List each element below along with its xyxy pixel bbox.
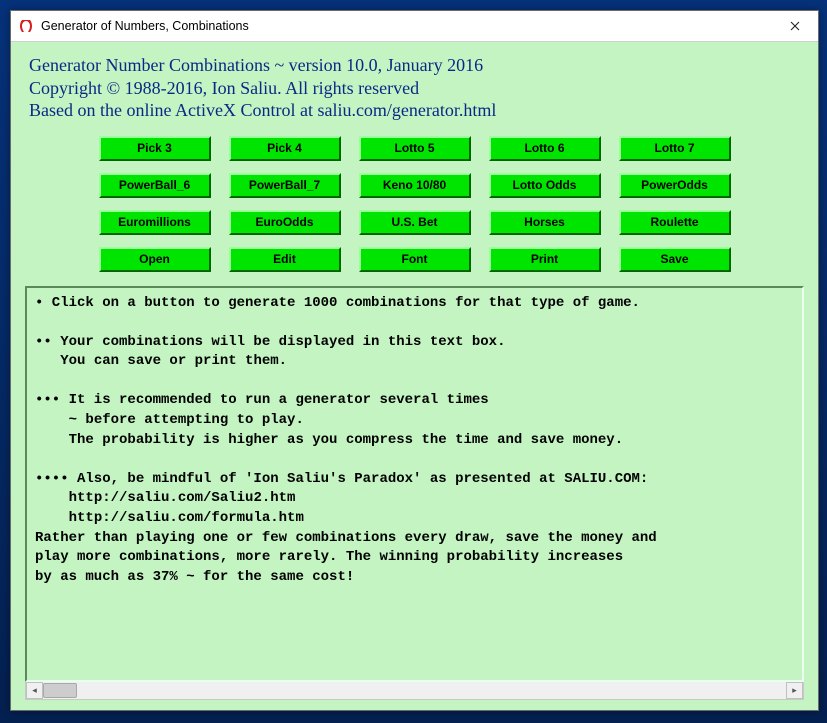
button-grid: Pick 3 Pick 4 Lotto 5 Lotto 6 Lotto 7 Po…: [99, 136, 731, 272]
app-window: Generator of Numbers, Combinations Gener…: [10, 10, 819, 711]
header-block: Generator Number Combinations ~ version …: [29, 54, 804, 122]
window-title: Generator of Numbers, Combinations: [41, 19, 772, 33]
lotto-5-button[interactable]: Lotto 5: [359, 136, 471, 161]
powerball-6-button[interactable]: PowerBall_6: [99, 173, 211, 198]
app-icon-horseshoe: [17, 17, 35, 35]
close-button[interactable]: [772, 11, 818, 41]
euro-odds-button[interactable]: EuroOdds: [229, 210, 341, 235]
edit-button[interactable]: Edit: [229, 247, 341, 272]
chevron-right-icon: ▸: [792, 685, 797, 696]
lotto-6-button[interactable]: Lotto 6: [489, 136, 601, 161]
desktop-background: Generator of Numbers, Combinations Gener…: [0, 0, 827, 723]
print-button[interactable]: Print: [489, 247, 601, 272]
horses-button[interactable]: Horses: [489, 210, 601, 235]
scroll-track[interactable]: [43, 682, 786, 699]
roulette-button[interactable]: Roulette: [619, 210, 731, 235]
scroll-left-button[interactable]: ◂: [26, 682, 43, 699]
open-button[interactable]: Open: [99, 247, 211, 272]
header-line-3: Based on the online ActiveX Control at s…: [29, 99, 804, 122]
header-line-1: Generator Number Combinations ~ version …: [29, 54, 804, 77]
pick-4-button[interactable]: Pick 4: [229, 136, 341, 161]
lotto-odds-button[interactable]: Lotto Odds: [489, 173, 601, 198]
keno-10-80-button[interactable]: Keno 10/80: [359, 173, 471, 198]
pick-3-button[interactable]: Pick 3: [99, 136, 211, 161]
close-icon: [790, 18, 800, 34]
scroll-thumb[interactable]: [43, 683, 77, 698]
us-bet-button[interactable]: U.S. Bet: [359, 210, 471, 235]
client-area: Generator Number Combinations ~ version …: [11, 42, 818, 710]
scroll-right-button[interactable]: ▸: [786, 682, 803, 699]
font-button[interactable]: Font: [359, 247, 471, 272]
chevron-left-icon: ◂: [32, 685, 37, 696]
power-odds-button[interactable]: PowerOdds: [619, 173, 731, 198]
save-button[interactable]: Save: [619, 247, 731, 272]
lotto-7-button[interactable]: Lotto 7: [619, 136, 731, 161]
output-textbox[interactable]: [25, 286, 804, 683]
horizontal-scrollbar[interactable]: ◂ ▸: [25, 682, 804, 700]
euromillions-button[interactable]: Euromillions: [99, 210, 211, 235]
titlebar[interactable]: Generator of Numbers, Combinations: [11, 11, 818, 42]
header-line-2: Copyright © 1988-2016, Ion Saliu. All ri…: [29, 77, 804, 100]
powerball-7-button[interactable]: PowerBall_7: [229, 173, 341, 198]
output-wrap: ◂ ▸: [25, 286, 804, 701]
